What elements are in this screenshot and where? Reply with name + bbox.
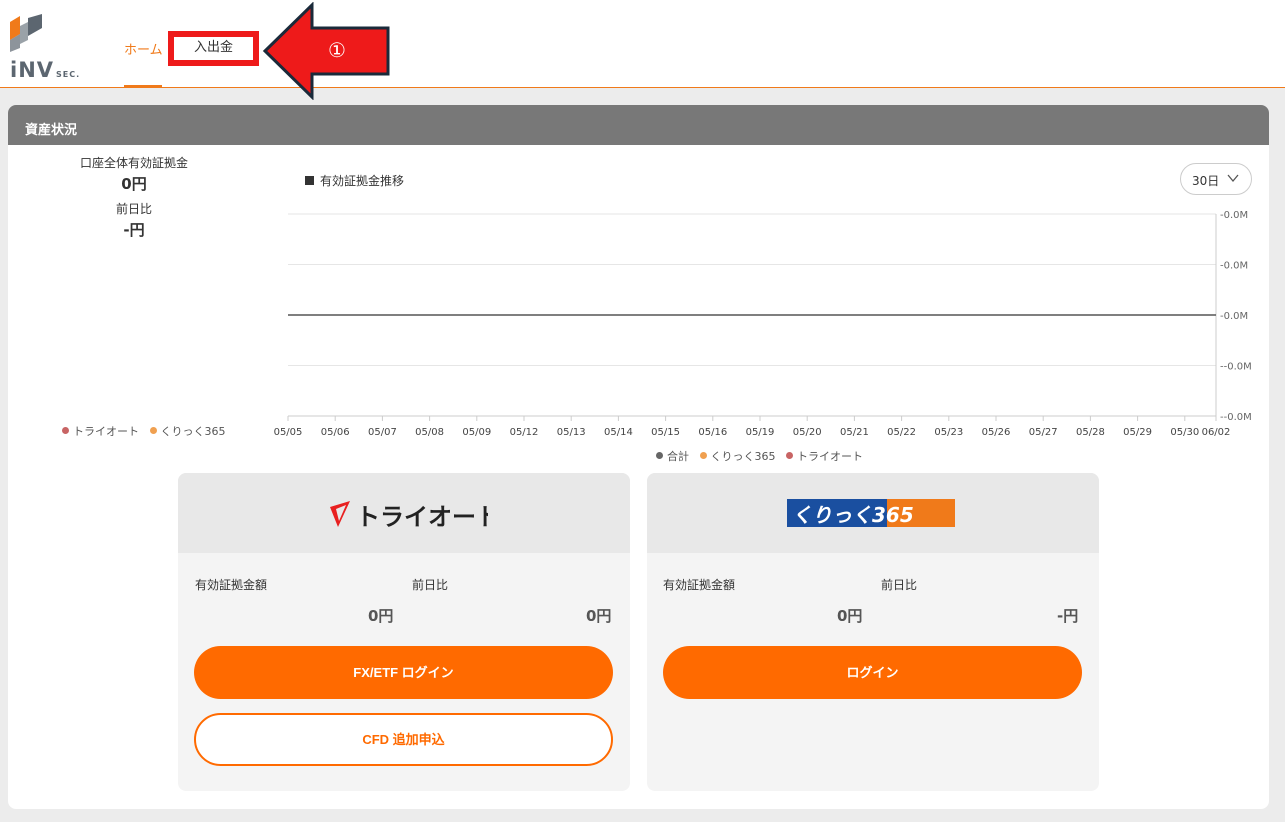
margin-trend-chart: -0.0M -0.0M -0.0M --0.0M --0.0M 05/05 05/06 05/… [274, 210, 1252, 438]
x-tick-label: 05/12 [510, 427, 539, 438]
x-tick-label: 05/16 [698, 427, 727, 438]
legend-item-triauto[interactable]: トライオート [786, 450, 863, 463]
x-tick-label: 05/21 [840, 427, 869, 438]
legend-item-total[interactable]: 合計 [656, 450, 689, 463]
click365-logo-text: くりっく365 [792, 503, 914, 527]
legend-label: 合計 [667, 450, 689, 463]
x-tick-label: 05/22 [887, 427, 916, 438]
click365-logo: くりっく365 [787, 499, 955, 527]
click365-card: くりっく365 有効証拠金額 前日比 0円 -円 ログイン [647, 473, 1099, 791]
x-tick-label: 05/09 [462, 427, 491, 438]
x-tick-label: 05/14 [604, 427, 633, 438]
legend-dot [786, 452, 793, 459]
legend-item-click365[interactable]: くりっく365 [699, 450, 776, 463]
x-tick-label: 05/26 [982, 427, 1011, 438]
x-tick-label: 05/06 [321, 427, 350, 438]
x-tick-label: 05/07 [368, 427, 397, 438]
triauto-card-header: トライオート [178, 473, 630, 553]
click365-card-header: くりっく365 [647, 473, 1099, 553]
y-tick-label: --0.0M [1220, 412, 1252, 423]
triauto-margin-label: 有効証拠金額 [195, 578, 268, 592]
click365-login-button[interactable]: ログイン [663, 646, 1082, 699]
x-tick-label: 06/02 [1202, 427, 1231, 438]
triauto-diff-label: 前日比 [412, 578, 449, 592]
x-tick-label: 05/23 [934, 427, 963, 438]
x-tick-label: 05/27 [1029, 427, 1058, 438]
triauto-card: トライオート 有効証拠金額 前日比 0円 0円 FX/ETF ログイン CFD … [178, 473, 630, 791]
x-tick-label: 05/08 [415, 427, 444, 438]
click365-margin-value: 0円 [837, 607, 863, 625]
cfd-apply-button[interactable]: CFD 追加申込 [194, 713, 613, 766]
triauto-margin-value: 0円 [368, 607, 394, 625]
triauto-diff-value: 0円 [586, 607, 612, 625]
click365-diff-label: 前日比 [881, 578, 918, 592]
legend-label: くりっく365 [710, 450, 776, 463]
click365-margin-label: 有効証拠金額 [663, 578, 736, 592]
x-tick-label: 05/05 [274, 427, 303, 438]
legend-dot [699, 452, 707, 459]
fx-etf-login-button[interactable]: FX/ETF ログイン [194, 646, 613, 699]
triauto-logo: トライオート [330, 501, 488, 531]
x-tick-label: 05/30 [1170, 427, 1199, 438]
y-tick-label: -0.0M [1220, 261, 1248, 272]
x-tick-label: 05/29 [1123, 427, 1152, 438]
legend-dot [656, 452, 663, 459]
y-tick-label: -0.0M [1220, 311, 1248, 322]
x-tick-label: 05/19 [746, 427, 775, 438]
click365-diff-value: -円 [1057, 607, 1079, 625]
x-tick-label: 05/13 [557, 427, 586, 438]
x-tick-label: 05/15 [651, 427, 680, 438]
x-tick-label: 05/28 [1076, 427, 1105, 438]
triauto-logo-text: トライオート [356, 503, 488, 531]
x-tick-label: 05/20 [793, 427, 822, 438]
chart-legend: 合計 くりっく365 トライオート [656, 448, 863, 464]
legend-label: トライオート [797, 450, 863, 463]
y-tick-label: -0.0M [1220, 210, 1248, 221]
y-tick-label: --0.0M [1220, 362, 1252, 373]
